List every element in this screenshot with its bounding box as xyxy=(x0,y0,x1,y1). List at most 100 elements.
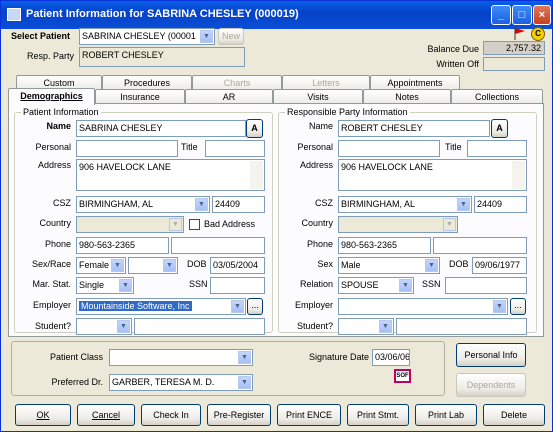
employer-label: Employer xyxy=(32,300,71,310)
print-lab-button[interactable]: Print Lab xyxy=(415,404,477,426)
tab-notes[interactable]: Notes xyxy=(363,89,451,104)
signature-date-label: Signature Date xyxy=(308,352,369,362)
rp-address-label: Address xyxy=(299,160,333,170)
rp-phone-label: Phone xyxy=(306,239,333,249)
bad-address-checkbox[interactable] xyxy=(189,219,200,230)
rp-ssn-label: SSN xyxy=(422,279,441,289)
window-title: Patient Information for SABRINA CHESLEY … xyxy=(26,8,299,20)
tab-visits[interactable]: Visits xyxy=(273,89,363,104)
personal-info-button[interactable]: Personal Info xyxy=(456,343,526,367)
tab-insurance[interactable]: Insurance xyxy=(95,89,185,104)
rp-title-label: Title xyxy=(445,142,462,152)
patient-sex-dropdown[interactable]: Female ▼ xyxy=(76,257,126,274)
rp-relation-dropdown[interactable]: SPOUSE ▼ xyxy=(338,277,414,294)
patient-marital-dropdown[interactable]: Single ▼ xyxy=(76,277,134,294)
rp-personal-input[interactable] xyxy=(338,140,440,157)
name-lookup-button[interactable]: A xyxy=(246,119,263,138)
tab-charts[interactable]: Charts xyxy=(192,75,282,90)
patient-dob-input[interactable]: 03/05/2004 xyxy=(210,257,265,274)
maximize-button[interactable]: □ xyxy=(512,5,532,25)
name-label: Name xyxy=(46,121,71,131)
rp-title-input[interactable] xyxy=(467,140,527,157)
tab-demographics[interactable]: Demographics xyxy=(8,88,95,105)
rp-name-label: Name xyxy=(308,121,333,131)
rp-student-school-input[interactable] xyxy=(396,318,527,335)
ok-button[interactable]: OK xyxy=(15,404,71,426)
tab-letters[interactable]: Letters xyxy=(282,75,370,90)
ssn-label: SSN xyxy=(189,279,208,289)
rp-ssn-input[interactable] xyxy=(445,277,527,294)
print-statement-button[interactable]: Print Stmt. xyxy=(347,404,409,426)
chevron-down-icon: ▼ xyxy=(163,259,176,272)
flag-icon xyxy=(513,27,527,41)
patient-ssn-input[interactable] xyxy=(210,277,265,294)
close-button[interactable]: × xyxy=(533,5,551,25)
signature-on-file-icon[interactable]: SOF xyxy=(394,369,411,383)
chevron-down-icon: ▼ xyxy=(111,259,124,272)
tab-ar[interactable]: AR xyxy=(185,89,273,104)
delete-button[interactable]: Delete xyxy=(483,404,545,426)
patient-phone2-input[interactable] xyxy=(171,237,265,254)
patient-class-dropdown[interactable]: ▼ xyxy=(109,349,253,366)
chevron-down-icon: ▼ xyxy=(379,320,392,333)
check-in-button[interactable]: Check In xyxy=(141,404,201,426)
patient-student-school-input[interactable] xyxy=(134,318,265,335)
patient-country-dropdown[interactable]: ▼ xyxy=(76,216,184,233)
minimize-button[interactable]: _ xyxy=(491,5,511,25)
address-scrollbar[interactable] xyxy=(250,161,263,189)
chevron-down-icon: ▼ xyxy=(119,279,132,292)
personal-label: Personal xyxy=(35,142,71,152)
cancel-button[interactable]: Cancel xyxy=(77,404,135,426)
chevron-down-icon: ▼ xyxy=(169,218,182,231)
rp-dob-input[interactable]: 09/06/1977 xyxy=(472,257,527,274)
rp-country-dropdown[interactable]: ▼ xyxy=(338,216,458,233)
rp-address-input[interactable]: 906 HAVELOCK LANE xyxy=(338,159,527,191)
select-patient-label: Select Patient xyxy=(11,31,71,41)
title-label: Title xyxy=(181,142,198,152)
rp-phone2-input[interactable] xyxy=(433,237,527,254)
phone-label: Phone xyxy=(44,239,71,249)
rp-student-dropdown[interactable]: ▼ xyxy=(338,318,394,335)
patient-zip-input[interactable]: 24409 xyxy=(212,196,265,213)
tab-procedures[interactable]: Procedures xyxy=(102,75,192,90)
rp-name-input[interactable]: ROBERT CHESLEY xyxy=(338,120,490,137)
rp-employer-browse-button[interactable]: ... xyxy=(510,298,526,315)
chevron-down-icon: ▼ xyxy=(231,300,244,313)
patient-employer-dropdown[interactable]: Mountainside Software, Inc ▼ xyxy=(76,298,246,315)
rp-phone-input[interactable]: 980-563-2365 xyxy=(338,237,431,254)
patient-phone-input[interactable]: 980-563-2365 xyxy=(76,237,169,254)
patient-group-title: Patient Information xyxy=(21,107,101,117)
rp-name-lookup-button[interactable]: A xyxy=(491,119,508,138)
chevron-down-icon: ▼ xyxy=(200,30,213,43)
employer-browse-button[interactable]: ... xyxy=(247,298,263,315)
pre-register-button[interactable]: Pre-Register xyxy=(207,404,271,426)
select-patient-dropdown[interactable]: SABRINA CHESLEY (00001 ▼ xyxy=(79,28,215,45)
rp-relation-label: Relation xyxy=(299,279,333,289)
signature-date-input[interactable]: 03/06/06 xyxy=(372,349,410,366)
tab-collections[interactable]: Collections xyxy=(451,89,543,104)
rp-employer-dropdown[interactable]: ▼ xyxy=(338,298,508,315)
rp-city-dropdown[interactable]: BIRMINGHAM, AL ▼ xyxy=(338,196,472,213)
patient-personal-input[interactable] xyxy=(76,140,178,157)
csz-label: CSZ xyxy=(53,198,71,208)
rp-country-label: Country xyxy=(301,218,333,228)
patient-address-input[interactable]: 906 HAVELOCK LANE xyxy=(76,159,265,191)
new-patient-button[interactable]: New xyxy=(218,28,244,45)
rp-personal-label: Personal xyxy=(297,142,333,152)
chevron-down-icon: ▼ xyxy=(399,279,412,292)
rp-address-scrollbar[interactable] xyxy=(512,161,525,189)
chevron-down-icon: ▼ xyxy=(493,300,506,313)
patient-name-input[interactable]: SABRINA CHESLEY xyxy=(76,120,246,137)
preferred-dr-dropdown[interactable]: GARBER, TERESA M. D. ▼ xyxy=(109,374,253,391)
written-off-label: Written Off xyxy=(436,59,479,69)
resp-party-field: ROBERT CHESLEY xyxy=(79,47,245,67)
patient-title-input[interactable] xyxy=(205,140,265,157)
rp-sex-dropdown[interactable]: Male ▼ xyxy=(338,257,440,274)
patient-student-dropdown[interactable]: ▼ xyxy=(76,318,132,335)
tab-appointments[interactable]: Appointments xyxy=(370,75,460,90)
rp-zip-input[interactable]: 24409 xyxy=(474,196,527,213)
patient-city-dropdown[interactable]: BIRMINGHAM, AL ▼ xyxy=(76,196,210,213)
patient-race-dropdown[interactable]: ▼ xyxy=(128,257,178,274)
dependents-button[interactable]: Dependents xyxy=(456,373,526,397)
print-ence-button[interactable]: Print ENCE xyxy=(277,404,341,426)
